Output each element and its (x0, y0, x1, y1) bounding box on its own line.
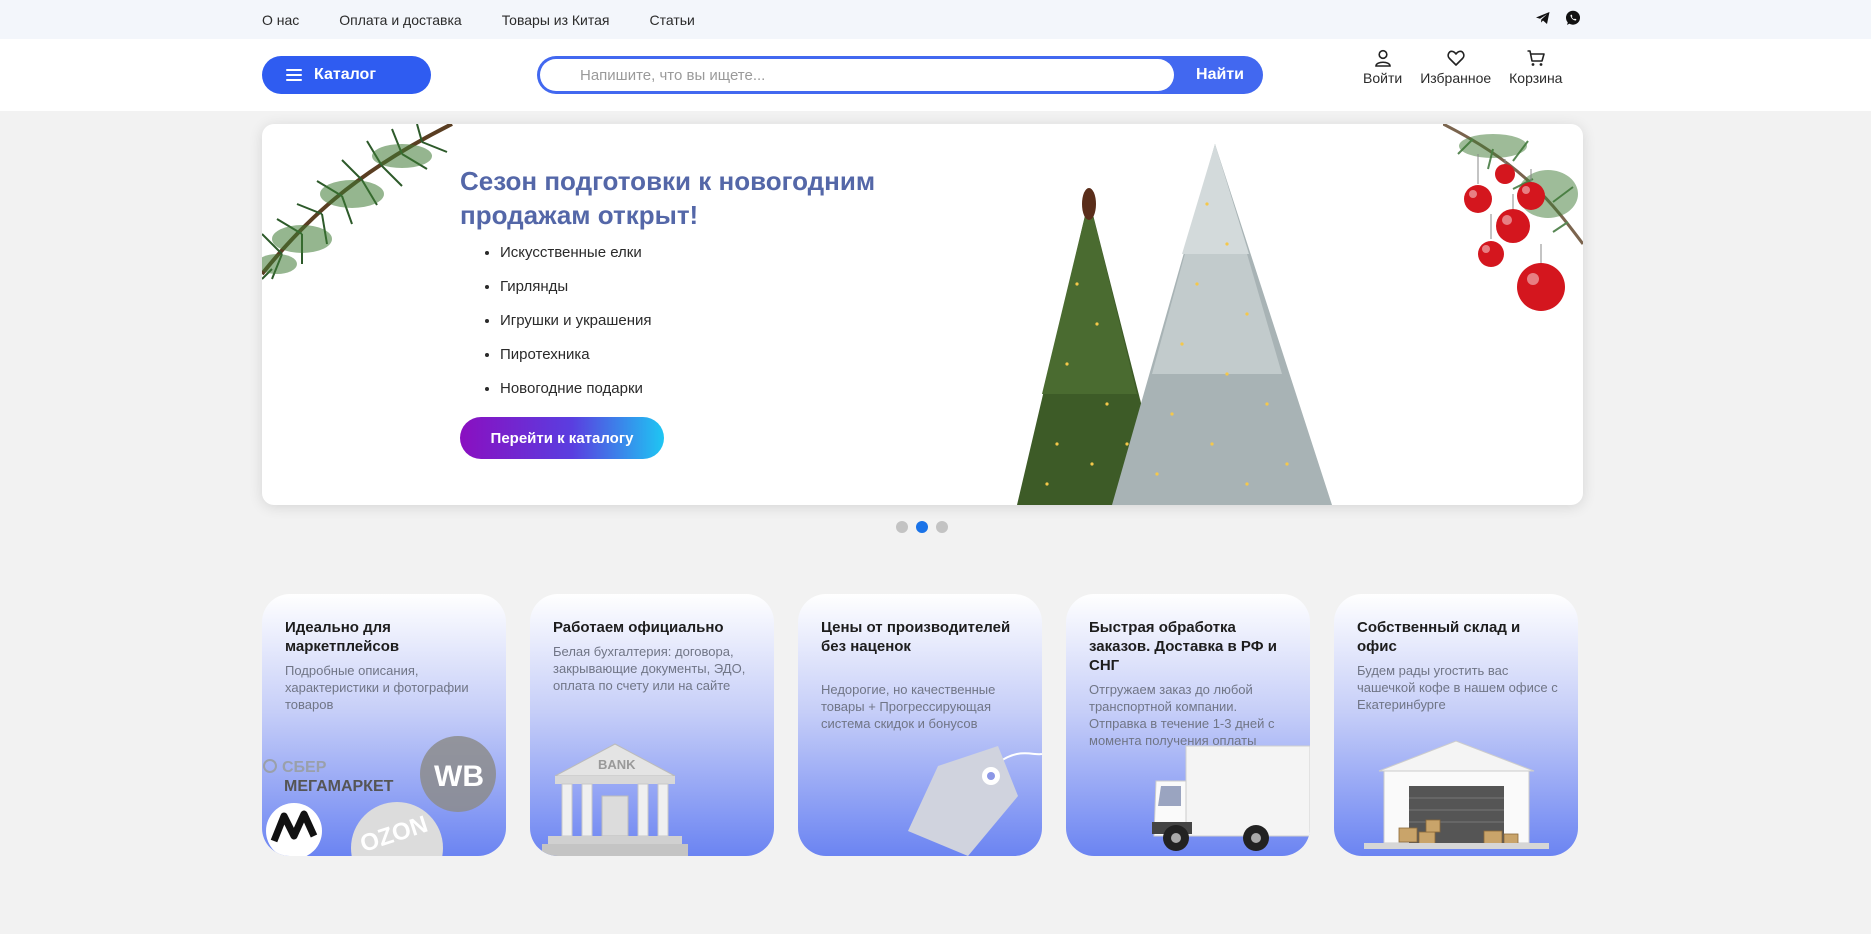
top-nav: О нас Оплата и доставка Товары из Китая … (262, 0, 695, 39)
favorites-label: Избранное (1420, 70, 1492, 86)
favorites-button[interactable]: Избранное (1420, 48, 1491, 86)
header-actions: Войти Избранное Корзина (1363, 48, 1562, 86)
banner-list: Искусственные елки Гирлянды Игрушки и ук… (500, 244, 652, 414)
search-input[interactable] (540, 59, 1174, 91)
cart-button[interactable]: Корзина (1509, 48, 1562, 86)
wb-logo-text: WB (434, 760, 484, 793)
banner-list-item: Игрушки и украшения (500, 312, 652, 346)
feature-card-title: Собственный склад и офис (1357, 619, 1521, 655)
feature-card-title: Идеально для маркетплейсов (285, 619, 400, 655)
bank-building-image: BANK (542, 743, 688, 856)
cart-icon (1527, 50, 1545, 66)
login-button[interactable]: Войти (1363, 48, 1402, 86)
feature-card-text: Белая бухгалтерия: договора, закрывающие… (553, 644, 746, 693)
promo-banner[interactable]: Сезон подготовки к новогодним продажам о… (262, 124, 1583, 505)
ornament-branch-image (1443, 124, 1583, 311)
slider-dot[interactable] (896, 521, 908, 533)
feature-card-title: Быстрая обработка заказов. Доставка в РФ… (1089, 619, 1277, 674)
feature-card-prices[interactable]: Цены от производителей без наценок Недор… (798, 594, 1042, 856)
catalog-button-label: Каталог (314, 66, 376, 83)
sber-logo-text: СБЕР (282, 759, 327, 776)
nav-link-payment-delivery[interactable]: Оплата и доставка (339, 12, 461, 28)
feature-card-warehouse[interactable]: Собственный склад и офис Будем рады угос… (1334, 594, 1578, 856)
marketplace-logos-image: СБЕР МЕГАМАРКЕТ WB OZON (263, 736, 496, 856)
feature-card-text: Недорогие, но качественные товары + Прог… (821, 682, 996, 731)
heart-icon (1447, 50, 1465, 66)
bank-sign-text: BANK (598, 757, 636, 772)
menu-icon (286, 69, 302, 81)
banner-list-item: Искусственные елки (500, 244, 652, 278)
top-bar: О нас Оплата и доставка Товары из Китая … (0, 0, 1871, 39)
feature-card-delivery[interactable]: Быстрая обработка заказов. Доставка в РФ… (1066, 594, 1310, 856)
social-links (1534, 9, 1582, 27)
telegram-icon[interactable] (1534, 9, 1552, 27)
nav-link-about[interactable]: О нас (262, 12, 299, 28)
feature-card-text: Подробные описания, характеристики и фот… (285, 663, 469, 712)
slider-dots (896, 521, 948, 533)
feature-card-marketplaces[interactable]: Идеально для маркетплейсов Подробные опи… (262, 594, 506, 856)
warehouse-image (1364, 740, 1549, 849)
christmas-trees-image (1017, 144, 1332, 505)
feature-card-title: Работаем официально (553, 619, 724, 636)
banner-list-item: Пиротехника (500, 346, 652, 380)
feature-card-title: Цены от производителей без наценок (821, 619, 1011, 655)
slider-dot-active[interactable] (916, 521, 928, 533)
banner-list-item: Гирлянды (500, 278, 652, 312)
login-label: Войти (1363, 70, 1403, 86)
fir-branch-image (262, 124, 453, 280)
truck-image (1152, 745, 1310, 851)
nav-link-china-goods[interactable]: Товары из Китая (502, 12, 610, 28)
banner-list-item: Новогодние подарки (500, 380, 652, 414)
whatsapp-icon[interactable] (1564, 9, 1582, 27)
search-button[interactable]: Найти (1177, 56, 1263, 94)
catalog-button[interactable]: Каталог (262, 56, 431, 94)
slider-dot[interactable] (936, 521, 948, 533)
go-to-catalog-button[interactable]: Перейти к каталогу (460, 417, 664, 459)
nav-link-articles[interactable]: Статьи (650, 12, 695, 28)
feature-card-official[interactable]: Работаем официально Белая бухгалтерия: д… (530, 594, 774, 856)
search-bar: Найти (537, 56, 1263, 94)
user-icon (1374, 49, 1391, 67)
header: Каталог Найти Войти Избранное Корзина (0, 39, 1871, 111)
feature-card-text: Будем рады угостить вас чашечкой кофе в … (1357, 663, 1558, 712)
megamarket-logo-text: МЕГАМАРКЕТ (284, 778, 394, 795)
cart-label: Корзина (1509, 70, 1563, 86)
feature-cards: Идеально для маркетплейсов Подробные опи… (262, 594, 1578, 856)
price-tag-image (908, 746, 1042, 856)
banner-title: Сезон подготовки к новогодним продажам о… (460, 166, 876, 230)
